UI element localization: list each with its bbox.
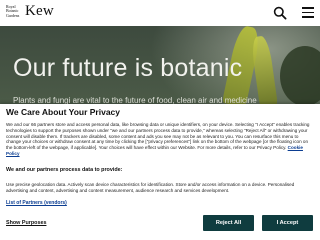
- consent-body-text: We and our 66 partners store and access …: [6, 122, 314, 157]
- consent-body-copy: We and our 66 partners store and access …: [6, 122, 310, 151]
- show-purposes-link[interactable]: Show Purposes: [6, 220, 46, 226]
- hamburger-menu-icon[interactable]: [302, 7, 314, 19]
- kew-logo[interactable]: Royal Botanic Gardens Kew: [6, 3, 66, 23]
- consent-title: We Care About Your Privacy: [6, 107, 120, 117]
- logo-small-text: Royal Botanic Gardens: [6, 4, 20, 18]
- accept-button[interactable]: I Accept: [262, 215, 313, 231]
- privacy-consent-dialog: We Care About Your Privacy We and our 66…: [0, 104, 320, 240]
- process-heading: We and our partners process data to prov…: [6, 167, 123, 173]
- process-purposes-text: Use precise geolocation data. Actively s…: [6, 182, 295, 193]
- list-of-partners-link[interactable]: List of Partners (vendors): [6, 200, 67, 206]
- hero-title: Our future is botanic: [13, 54, 243, 82]
- reject-all-button[interactable]: Reject All: [203, 215, 254, 231]
- logo-main-text: Kew: [25, 3, 54, 19]
- site-header: Royal Botanic Gardens Kew: [0, 0, 320, 26]
- search-icon[interactable]: [273, 6, 287, 20]
